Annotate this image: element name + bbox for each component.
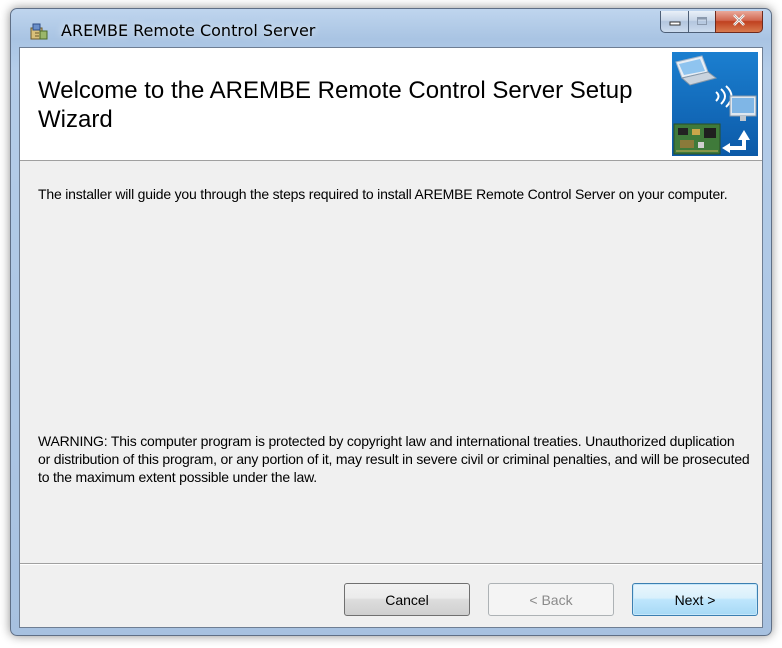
back-button[interactable]: < Back	[488, 583, 614, 616]
title-bar[interactable]: AREMBE Remote Control Server	[11, 9, 771, 47]
page-title: Welcome to the AREMBE Remote Control Ser…	[38, 77, 633, 133]
window-title: AREMBE Remote Control Server	[61, 21, 316, 40]
minimize-icon	[669, 13, 681, 31]
next-button[interactable]: Next >	[632, 583, 758, 616]
installer-window: AREMBE Remote Control Server Welcome to …	[10, 8, 772, 636]
copyright-warning: WARNING: This computer program is protec…	[38, 433, 750, 485]
remote-control-banner-image	[672, 52, 758, 156]
wizard-banner: Welcome to the AREMBE Remote Control Ser…	[20, 48, 762, 161]
installer-icon	[29, 21, 49, 41]
maximize-icon	[696, 13, 708, 31]
wizard-client-area: Welcome to the AREMBE Remote Control Ser…	[19, 47, 763, 628]
maximize-button[interactable]	[688, 11, 715, 33]
close-button[interactable]	[715, 11, 763, 33]
caption-buttons	[660, 11, 763, 33]
cancel-button[interactable]: Cancel	[344, 583, 470, 616]
button-divider	[20, 563, 762, 565]
close-icon	[732, 13, 746, 31]
minimize-button[interactable]	[660, 11, 688, 33]
intro-text: The installer will guide you through the…	[38, 186, 728, 202]
